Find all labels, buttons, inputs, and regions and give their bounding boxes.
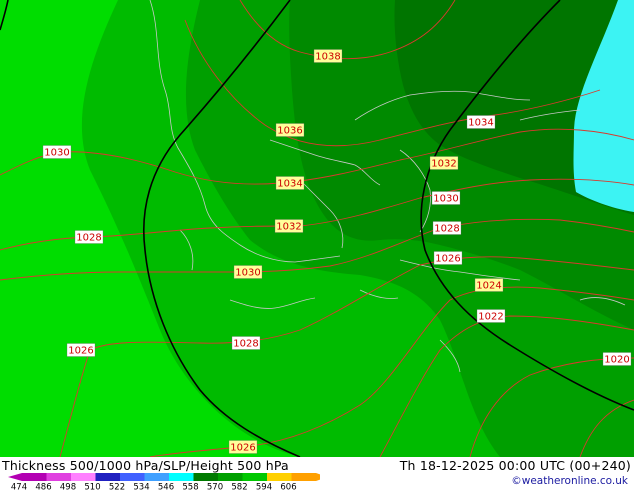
- svg-text:1036: 1036: [277, 126, 302, 137]
- colorbar-swatch: [242, 473, 267, 481]
- isobar-label: 1034: [275, 176, 305, 190]
- colorbar-tick-label: 546: [158, 483, 174, 490]
- colorbar-swatch: [267, 473, 292, 481]
- colorbar-arrow-left: [8, 473, 22, 481]
- isobar-label: 1024: [474, 278, 504, 292]
- forecast-datetime: Th 18-12-2025 00:00 UTC (00+240): [399, 458, 631, 473]
- svg-text:1028: 1028: [233, 339, 258, 350]
- svg-text:1028: 1028: [434, 224, 459, 235]
- isobar-label: 1022: [476, 309, 506, 323]
- colorbar-swatch: [169, 473, 194, 481]
- colorbar-tick-label: 534: [133, 483, 149, 490]
- colorbar-tick-label: 522: [109, 483, 125, 490]
- colorbar-tick-label: 558: [182, 483, 198, 490]
- isobar-label: 1030: [431, 191, 461, 205]
- isobar-label: 1020: [602, 352, 632, 366]
- isobar-label: 1026: [433, 251, 463, 265]
- colorbar-tick-label: 474: [11, 483, 27, 490]
- svg-text:1030: 1030: [235, 268, 260, 279]
- colorbar-swatch: [71, 473, 96, 481]
- svg-text:1026: 1026: [435, 254, 460, 265]
- colorbar-tick-label: 606: [280, 483, 296, 490]
- colorbar-swatch: [144, 473, 169, 481]
- isobar-label: 1034: [466, 115, 496, 129]
- credit-link[interactable]: ©weatheronline.co.uk: [511, 475, 628, 487]
- svg-text:1032: 1032: [276, 222, 301, 233]
- svg-text:1022: 1022: [478, 312, 503, 323]
- isobar-label: 1028: [74, 230, 104, 244]
- colorbar-tick-label: 570: [207, 483, 223, 490]
- colorbar-tick-label: 594: [256, 483, 272, 490]
- isobar-label: 1038: [313, 49, 343, 63]
- colorbar-ticks: 474 486 498 510 522 534 546 558 570 582 594 606: [11, 483, 297, 490]
- isobar-label: 1026: [66, 343, 96, 357]
- weather-map: 1038 1036 1034 1034 1032 1032 1030 1030 …: [0, 0, 634, 457]
- svg-text:1028: 1028: [76, 233, 101, 244]
- isobar-label: 1032: [274, 219, 304, 233]
- colorbar-swatch: [46, 473, 71, 481]
- isobar-label: 1030: [233, 265, 263, 279]
- colorbar-swatch: [218, 473, 243, 481]
- svg-text:1026: 1026: [230, 443, 255, 454]
- colorbar-arrow-right: [316, 473, 320, 481]
- isobar-label: 1028: [231, 336, 261, 350]
- colorbar-swatch: [291, 473, 316, 481]
- colorbar-tick-label: 486: [35, 483, 51, 490]
- colorbar-swatch: [120, 473, 145, 481]
- colorbar-swatches: [8, 473, 320, 481]
- svg-text:1026: 1026: [68, 346, 93, 357]
- svg-text:1030: 1030: [433, 194, 458, 205]
- map-footer: Thickness 500/1000 hPa/SLP/Height 500 hP…: [0, 457, 634, 490]
- svg-text:1020: 1020: [604, 355, 629, 366]
- svg-text:1030: 1030: [44, 148, 69, 159]
- svg-text:1038: 1038: [315, 52, 340, 63]
- map-title: Thickness 500/1000 hPa/SLP/Height 500 hP…: [2, 458, 289, 473]
- svg-text:1034: 1034: [468, 118, 493, 129]
- colorbar-swatch: [193, 473, 218, 481]
- thickness-colorbar: 474 486 498 510 522 534 546 558 570 582 594 606: [8, 473, 320, 490]
- isobar-label: 1028: [432, 221, 462, 235]
- svg-text:1034: 1034: [277, 179, 302, 190]
- svg-text:1032: 1032: [431, 159, 456, 170]
- isobar-label: 1032: [429, 156, 459, 170]
- colorbar-tick-label: 582: [231, 483, 247, 490]
- colorbar-tick-label: 498: [60, 483, 76, 490]
- colorbar-tick-label: 510: [84, 483, 100, 490]
- colorbar-swatch: [22, 473, 47, 481]
- isobar-label: 1026: [228, 440, 258, 454]
- isobar-label: 1036: [275, 123, 305, 137]
- svg-text:1024: 1024: [476, 281, 501, 292]
- isobar-label: 1030: [42, 145, 72, 159]
- colorbar-swatch: [95, 473, 120, 481]
